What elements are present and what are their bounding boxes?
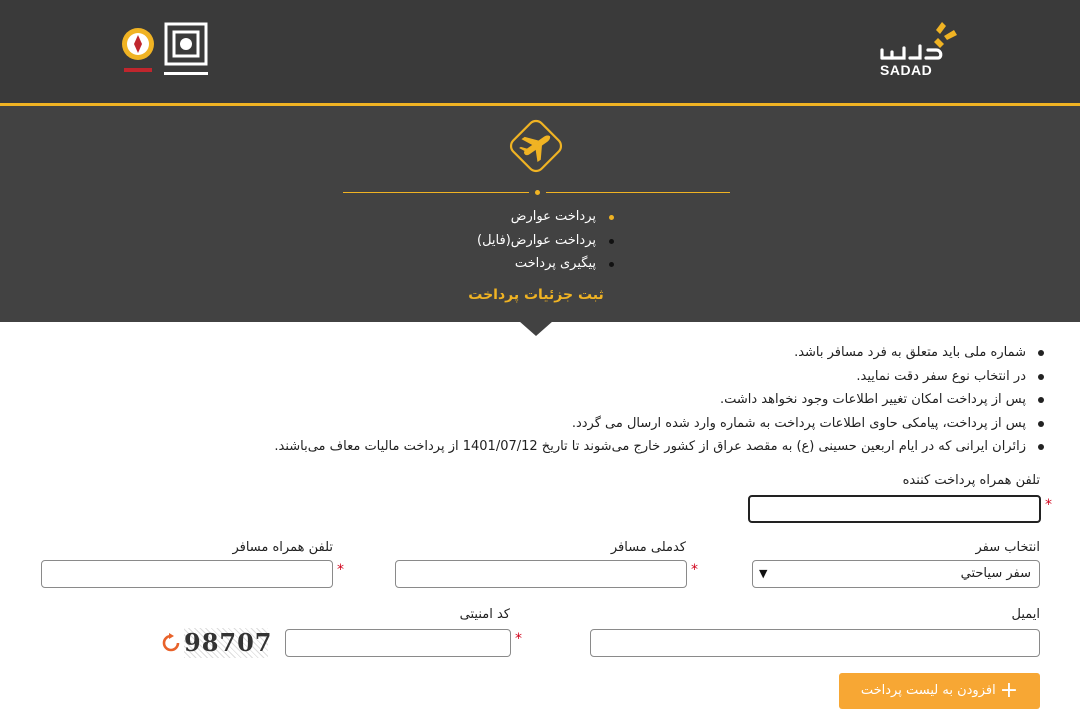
required-mark: * xyxy=(515,631,522,647)
email-label: ایمیل xyxy=(1011,607,1040,622)
note-item: شماره ملی باید متعلق به فرد مسافر باشد. xyxy=(274,341,1044,365)
add-button-label: افزودن به لیست پرداخت xyxy=(860,683,996,698)
required-mark: * xyxy=(337,562,344,578)
section-title: ثبت جزئیات پرداخت xyxy=(468,287,604,303)
trip-select[interactable]: سفر سیاحتي ▼ xyxy=(752,560,1040,588)
required-mark: * xyxy=(1045,497,1052,513)
trip-label: انتخاب سفر xyxy=(975,540,1040,555)
passenger-phone-input[interactable] xyxy=(41,560,333,588)
tax-organization-logo-icon xyxy=(164,22,208,75)
national-id-label: کدملی مسافر xyxy=(610,540,686,555)
airplane-icon xyxy=(509,119,563,173)
security-code-input[interactable] xyxy=(285,629,511,657)
national-id-input[interactable] xyxy=(395,560,687,588)
sadad-brand-text: SADAD xyxy=(880,62,933,78)
panel-notch xyxy=(519,321,553,336)
chevron-down-icon: ▼ xyxy=(759,567,768,580)
note-item: پس از پرداخت امکان تغییر اطلاعات وجود نخ… xyxy=(274,388,1044,412)
menu-item-pay-tolls[interactable]: پرداخت عوارض xyxy=(477,205,614,229)
refresh-icon[interactable] xyxy=(160,632,182,654)
note-item: پس از پرداخت، پیامکی حاوی اطلاعات پرداخت… xyxy=(274,412,1044,436)
plus-icon: + xyxy=(999,678,1019,703)
email-input[interactable] xyxy=(590,629,1040,657)
divider-dot xyxy=(535,190,540,195)
menu-item-pay-tolls-file[interactable]: پرداخت عوارض(فایل) xyxy=(477,229,614,253)
service-menu: پرداخت عوارض پرداخت عوارض(فایل) پیگیری پ… xyxy=(477,205,614,276)
note-item: در انتخاب نوع سفر دقت نمایید. xyxy=(274,365,1044,389)
add-to-payment-list-button[interactable]: +افزودن به لیست پرداخت xyxy=(839,673,1040,709)
divider-right xyxy=(546,192,730,193)
payer-phone-input[interactable] xyxy=(748,495,1041,523)
payer-phone-label: تلفن همراه پرداخت کننده xyxy=(902,473,1040,488)
note-item: زائران ایرانی که در ایام اربعین حسینی (ع… xyxy=(274,435,1044,459)
notes-list: شماره ملی باید متعلق به فرد مسافر باشد. … xyxy=(274,341,1044,459)
required-mark: * xyxy=(691,562,698,578)
bank-emblem-icon xyxy=(122,28,154,72)
captcha-image: 98707 xyxy=(184,628,273,658)
trip-select-value: سفر سیاحتي xyxy=(960,566,1031,581)
menu-item-track-payment[interactable]: پیگیری پرداخت xyxy=(477,252,614,276)
divider-left xyxy=(343,192,529,193)
passenger-phone-label: تلفن همراه مسافر xyxy=(232,540,333,555)
security-code-label: کد امنیتی xyxy=(459,607,510,622)
